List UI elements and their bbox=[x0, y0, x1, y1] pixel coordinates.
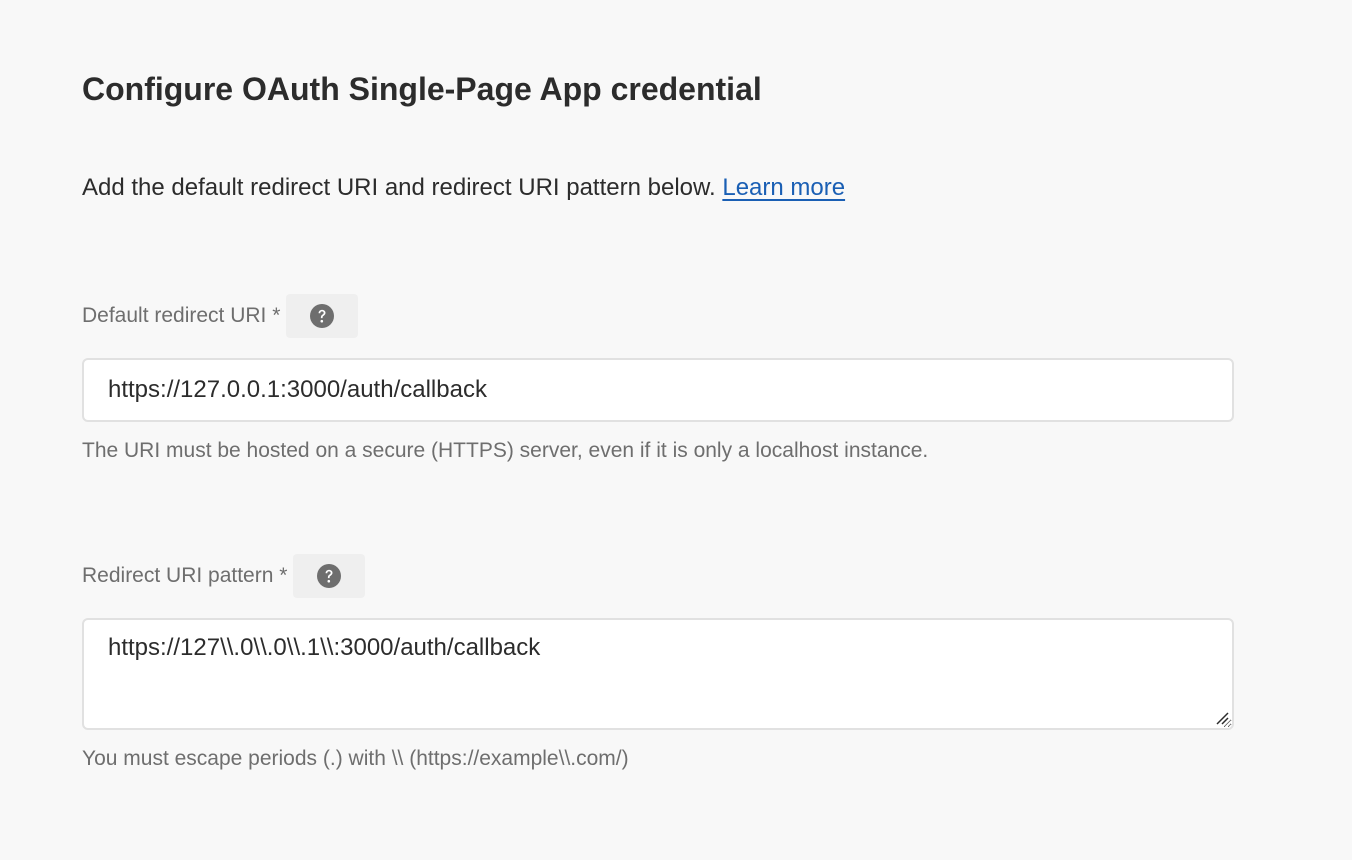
question-circle-icon bbox=[317, 564, 342, 588]
default-redirect-label-row: Default redirect URI * bbox=[82, 294, 359, 338]
redirect-pattern-help-button[interactable] bbox=[293, 554, 366, 598]
default-redirect-uri-input[interactable] bbox=[82, 358, 1234, 422]
question-circle-icon bbox=[310, 304, 335, 328]
redirect-pattern-label-row: Redirect URI pattern * bbox=[82, 554, 366, 598]
default-redirect-help-button[interactable] bbox=[286, 294, 359, 338]
default-redirect-help-text: The URI must be hosted on a secure (HTTP… bbox=[82, 439, 929, 462]
default-redirect-label: Default redirect URI * bbox=[82, 304, 281, 327]
redirect-pattern-help-text: You must escape periods (.) with \\ (htt… bbox=[82, 747, 629, 770]
resize-handle-icon[interactable] bbox=[1214, 710, 1230, 726]
redirect-uri-pattern-textarea[interactable]: https://127\\.0\\.0\\.1\\:3000/auth/call… bbox=[82, 618, 1234, 730]
intro-paragraph: Add the default redirect URI and redirec… bbox=[82, 171, 845, 205]
learn-more-link[interactable]: Learn more bbox=[722, 174, 845, 201]
intro-text: Add the default redirect URI and redirec… bbox=[82, 174, 723, 201]
page-title: Configure OAuth Single-Page App credenti… bbox=[82, 71, 762, 107]
redirect-pattern-label: Redirect URI pattern * bbox=[82, 564, 288, 587]
